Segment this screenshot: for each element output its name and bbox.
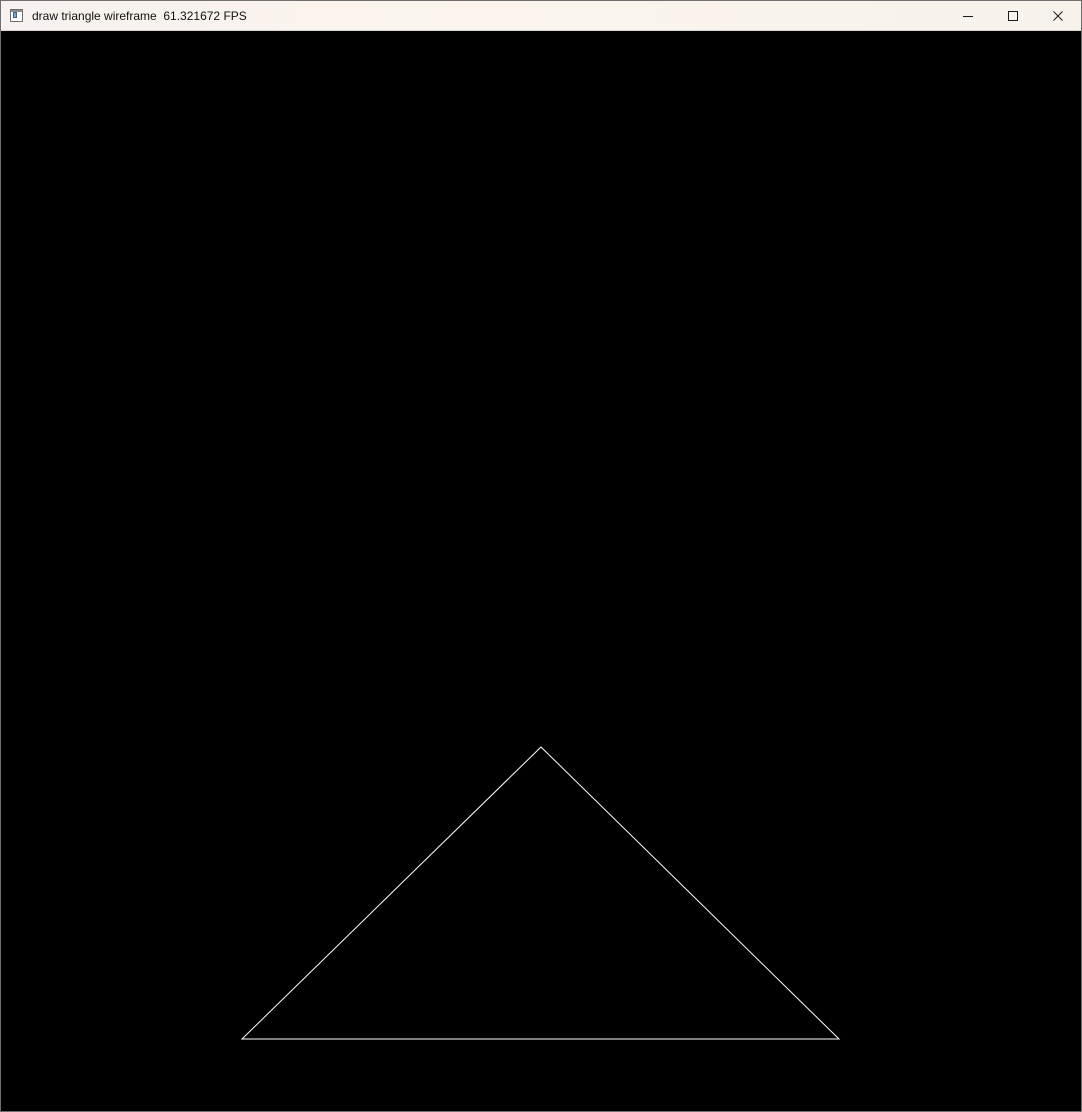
close-icon: [1053, 11, 1063, 21]
minimize-icon: [963, 16, 973, 17]
close-button[interactable]: [1035, 1, 1081, 31]
triangle-wireframe: [240, 746, 841, 1040]
render-canvas[interactable]: [1, 31, 1081, 1111]
application-window-icon[interactable]: [10, 9, 23, 22]
minimize-button[interactable]: [945, 1, 991, 31]
maximize-button[interactable]: [990, 1, 1036, 31]
title-bar[interactable]: draw triangle wireframe 61.321672 FPS: [1, 1, 1081, 31]
app-window: draw triangle wireframe 61.321672 FPS: [0, 0, 1082, 1112]
triangle-outline: [240, 746, 841, 1040]
maximize-icon: [1008, 11, 1018, 21]
window-title: draw triangle wireframe 61.321672 FPS: [32, 9, 247, 23]
